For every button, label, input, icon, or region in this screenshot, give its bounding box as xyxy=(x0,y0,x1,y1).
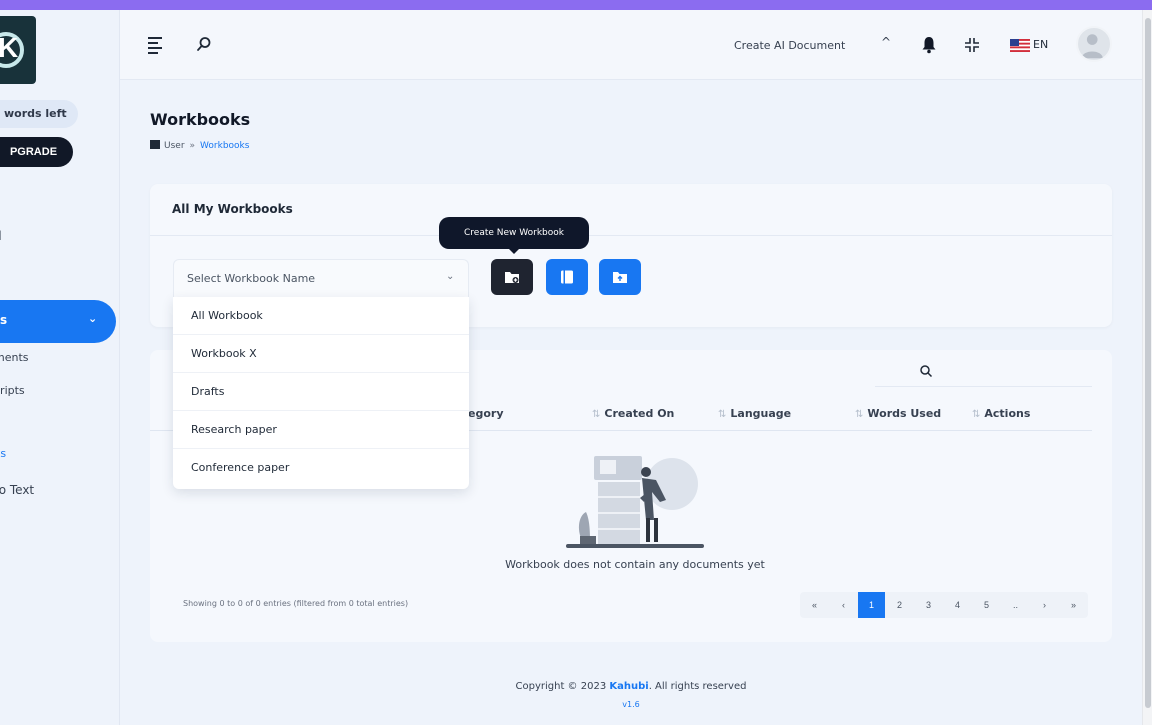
sidebar-item-workbooks[interactable]: ks xyxy=(0,447,6,460)
breadcrumb-current: Workbooks xyxy=(200,141,250,151)
page-4-button[interactable]: 4 xyxy=(943,592,972,618)
collapse-screen-icon[interactable] xyxy=(964,37,980,53)
sidebar-item-workbooks-group[interactable]: s ⌄ xyxy=(0,300,116,343)
upgrade-button[interactable]: PGRADE xyxy=(0,137,73,167)
column-words-used[interactable]: ⇅ Words Used xyxy=(855,407,941,420)
sidebar: K words left PGRADE d s s ⌄ ments cripts… xyxy=(0,10,120,725)
sidebar-item-documents[interactable]: ments xyxy=(0,351,29,364)
avatar[interactable] xyxy=(1076,26,1112,62)
folder-upload-icon xyxy=(613,272,627,283)
option-drafts[interactable]: Drafts xyxy=(173,373,469,411)
notebook-icon xyxy=(561,270,573,284)
column-label: Created On xyxy=(604,407,675,420)
brand-link[interactable]: Kahubi xyxy=(609,681,648,692)
copyright-prefix: Copyright © 2023 xyxy=(515,681,607,692)
words-left-badge: words left xyxy=(0,100,78,128)
menu-icon[interactable] xyxy=(148,37,162,54)
column-label: Language xyxy=(730,407,792,420)
upload-workbook-button[interactable] xyxy=(599,259,641,295)
column-label: Actions xyxy=(984,407,1031,420)
breadcrumb-separator: » xyxy=(189,141,196,151)
page-scrollbar[interactable] xyxy=(1142,10,1152,725)
language-selector[interactable]: EN xyxy=(1033,38,1048,51)
workbook-select-placeholder: Select Workbook Name xyxy=(187,272,316,285)
us-flag-icon[interactable] xyxy=(1010,39,1030,52)
empty-state-message: Workbook does not contain any documents … xyxy=(505,558,765,571)
card-title: All My Workbooks xyxy=(172,202,293,216)
table-search-icon[interactable] xyxy=(919,364,933,378)
pagination: « ‹ 1 2 3 4 5 .. › » xyxy=(800,592,1088,618)
page-prev-button[interactable]: ‹ xyxy=(829,592,858,618)
page-5-button[interactable]: 5 xyxy=(972,592,1001,618)
scrollbar-thumb[interactable] xyxy=(1145,18,1151,708)
page-2-button[interactable]: 2 xyxy=(885,592,914,618)
logo-k-glyph: K xyxy=(0,32,19,63)
page-last-button[interactable]: » xyxy=(1059,592,1088,618)
option-workbook-x[interactable]: Workbook X xyxy=(173,335,469,373)
column-language[interactable]: ⇅ Language xyxy=(718,407,791,420)
breadcrumb-root[interactable]: User xyxy=(164,141,185,151)
chevron-down-icon: ⌄ xyxy=(88,312,98,325)
folder-plus-icon xyxy=(505,272,519,283)
sidebar-item-transcripts[interactable]: cripts xyxy=(0,384,25,397)
option-conference-paper[interactable]: Conference paper xyxy=(173,449,469,487)
column-actions[interactable]: ⇅ Actions xyxy=(972,407,1030,420)
column-created-on[interactable]: ⇅ Created On xyxy=(592,407,674,420)
table-search-input[interactable] xyxy=(875,386,1092,387)
create-new-workbook-button[interactable] xyxy=(491,259,533,295)
app-logo[interactable]: K xyxy=(0,16,36,84)
page-3-button[interactable]: 3 xyxy=(914,592,943,618)
sidebar-item-speech-to-text[interactable]: to Text xyxy=(0,483,34,497)
page-ellipsis: .. xyxy=(1001,592,1030,618)
option-all-workbook[interactable]: All Workbook xyxy=(173,297,469,335)
page-1-button[interactable]: 1 xyxy=(858,592,885,618)
folder-icon xyxy=(150,140,160,149)
empty-state-illustration xyxy=(566,456,704,548)
entries-info: Showing 0 to 0 of 0 entries (filtered fr… xyxy=(183,599,409,608)
breadcrumb: User » Workbooks xyxy=(150,140,249,151)
sidebar-item-dashboard[interactable]: d xyxy=(0,229,2,243)
divider xyxy=(150,235,1112,236)
app-version: v1.6 xyxy=(622,700,640,709)
copyright-suffix: . All rights reserved xyxy=(648,681,747,692)
workbook-select[interactable]: Select Workbook Name ⌄ xyxy=(173,259,469,297)
page-title: Workbooks xyxy=(150,110,251,129)
workbook-options-list: All Workbook Workbook X Drafts Research … xyxy=(173,297,469,489)
column-category[interactable]: egory xyxy=(468,407,504,420)
chevron-up-icon[interactable]: ^ xyxy=(881,35,891,49)
top-header: Create AI Document ^ EN xyxy=(120,10,1142,80)
bell-icon[interactable] xyxy=(921,36,937,54)
chevron-down-icon: ⌄ xyxy=(446,271,455,282)
page-first-button[interactable]: « xyxy=(800,592,829,618)
option-research-paper[interactable]: Research paper xyxy=(173,411,469,449)
top-accent-bar xyxy=(0,0,1152,10)
search-icon[interactable] xyxy=(196,36,212,52)
tooltip-arrow xyxy=(508,248,520,254)
sidebar-item-label: s xyxy=(0,313,8,327)
create-workbook-tooltip: Create New Workbook xyxy=(439,217,589,249)
create-ai-document-link[interactable]: Create AI Document xyxy=(734,39,845,52)
edit-workbook-button[interactable] xyxy=(546,259,588,295)
footer: Copyright © 2023 Kahubi. All rights rese… xyxy=(120,681,1142,692)
column-label: Words Used xyxy=(867,407,942,420)
page-next-button[interactable]: › xyxy=(1030,592,1059,618)
